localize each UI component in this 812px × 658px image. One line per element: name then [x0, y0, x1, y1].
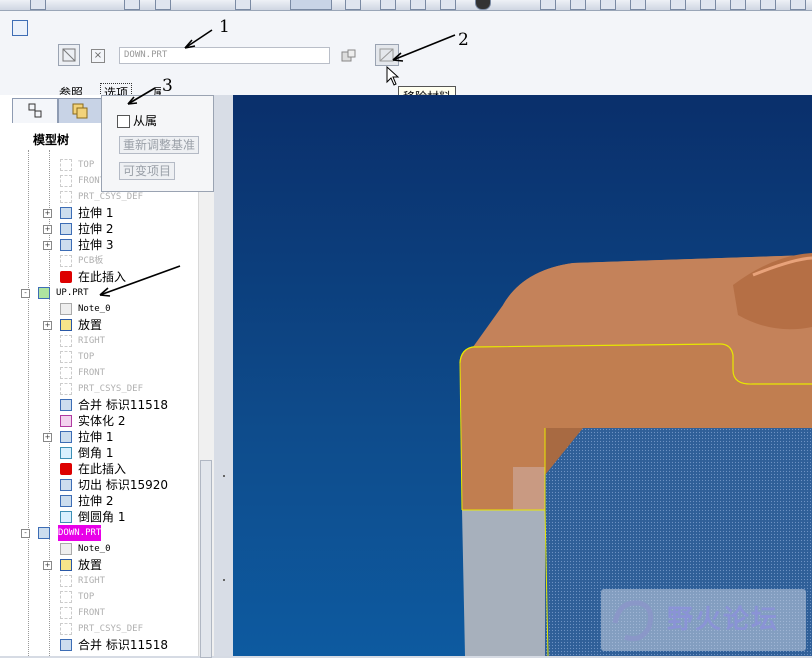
annotation-number: 3 [162, 76, 173, 96]
annotation-arrows [99, 29, 456, 297]
annotation-number: 2 [458, 30, 469, 50]
annotation-number: 1 [219, 17, 230, 37]
